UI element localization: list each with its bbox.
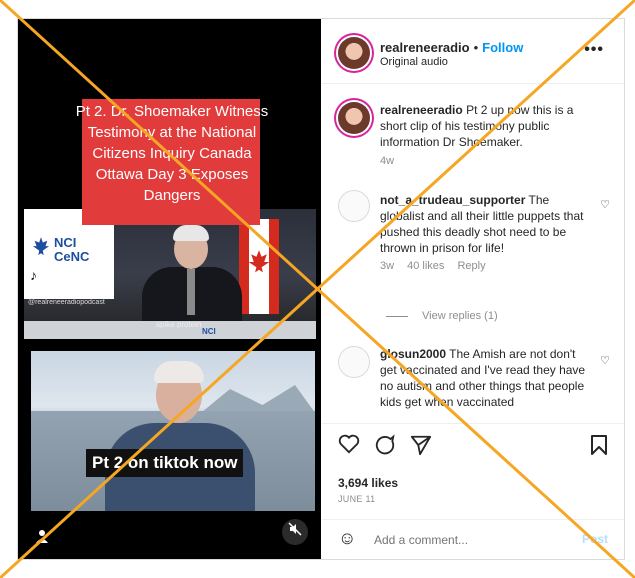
mute-icon[interactable] <box>282 519 308 545</box>
lake-clip <box>31 351 315 511</box>
add-comment-bar: ☺ Post <box>322 519 624 560</box>
more-options-icon[interactable]: ••• <box>584 41 604 59</box>
maple-leaf-icon <box>248 250 270 273</box>
man-hair <box>154 361 204 383</box>
watermark-handle: @realreneeradiopodcast <box>28 299 105 306</box>
action-bar: 3,694 likes JUNE 11 <box>322 423 624 524</box>
comments-list[interactable]: realreneeradio Pt 2 up now this is a sho… <box>322 84 624 422</box>
post-header: realreneeradio • Follow Original audio ••• <box>322 19 624 84</box>
tiktok-icon: ♪ <box>30 267 37 283</box>
list-item: glosun2000 The Amish are not don't get v… <box>380 346 590 410</box>
list-item: realreneeradio Pt 2 up now this is a sho… <box>380 102 590 150</box>
video-caption: Pt 2 on tiktok now <box>86 449 244 477</box>
comment-meta: 3w 40 likes Reply <box>380 260 496 272</box>
post-button[interactable]: Post <box>582 532 608 546</box>
testimony-clip: spike protein NCI NCI CeNC ♪ @realreneer… <box>24 209 316 339</box>
share-icon[interactable] <box>410 434 432 462</box>
nameplate: spike protein <box>156 320 202 329</box>
list-item: not_a_trudeau_supporter The globalist an… <box>380 192 590 256</box>
likes-count[interactable]: 3,694 likes <box>338 476 398 490</box>
comment-username[interactable]: not_a_trudeau_supporter <box>380 193 525 207</box>
post-frame: spike protein NCI NCI CeNC ♪ @realreneer… <box>17 18 625 560</box>
comment-time: 3w <box>380 260 395 272</box>
avatar[interactable] <box>338 346 370 378</box>
reply-button[interactable]: Reply <box>457 260 485 272</box>
like-icon[interactable] <box>338 434 360 460</box>
person-icon[interactable] <box>36 529 48 546</box>
avatar[interactable] <box>338 102 370 134</box>
comment-input[interactable] <box>372 532 576 548</box>
video-title: Pt 2. Dr. Shoemaker Witness Testimony at… <box>75 103 269 204</box>
post-date: JUNE 11 <box>338 494 376 504</box>
like-comment-icon[interactable]: ♡ <box>600 198 610 211</box>
comment-username[interactable]: realreneeradio <box>380 103 463 117</box>
like-comment-icon[interactable]: ♡ <box>600 354 610 367</box>
video-player[interactable]: spike protein NCI NCI CeNC ♪ @realreneer… <box>18 19 321 559</box>
comment-time: 4w <box>380 155 395 167</box>
speaker-hair <box>173 225 209 241</box>
header-username[interactable]: realreneeradio <box>380 40 470 55</box>
header-user-line: realreneeradio • Follow <box>380 40 523 55</box>
logo-cenc-text: CeNC <box>54 249 90 264</box>
comment-username[interactable]: glosun2000 <box>380 347 446 361</box>
audio-label[interactable]: Original audio <box>380 56 448 68</box>
tie <box>187 269 195 315</box>
view-replies-button[interactable]: View replies (1) <box>386 310 498 322</box>
follow-button[interactable]: Follow <box>482 40 523 55</box>
comment-likes[interactable]: 40 likes <box>407 260 444 272</box>
emoji-icon[interactable]: ☺ <box>338 528 356 549</box>
nci-small-logo: NCI <box>202 327 216 336</box>
separator-dot: • <box>473 40 479 55</box>
comment-icon[interactable] <box>374 434 396 462</box>
save-icon[interactable] <box>590 434 608 462</box>
avatar[interactable] <box>338 37 370 69</box>
avatar[interactable] <box>338 190 370 222</box>
logo-nci-text: NCI <box>54 235 77 250</box>
nci-leaf-icon <box>32 237 50 256</box>
post-sidebar: realreneeradio • Follow Original audio •••… <box>322 19 624 559</box>
comment-meta: 4w <box>380 155 404 167</box>
